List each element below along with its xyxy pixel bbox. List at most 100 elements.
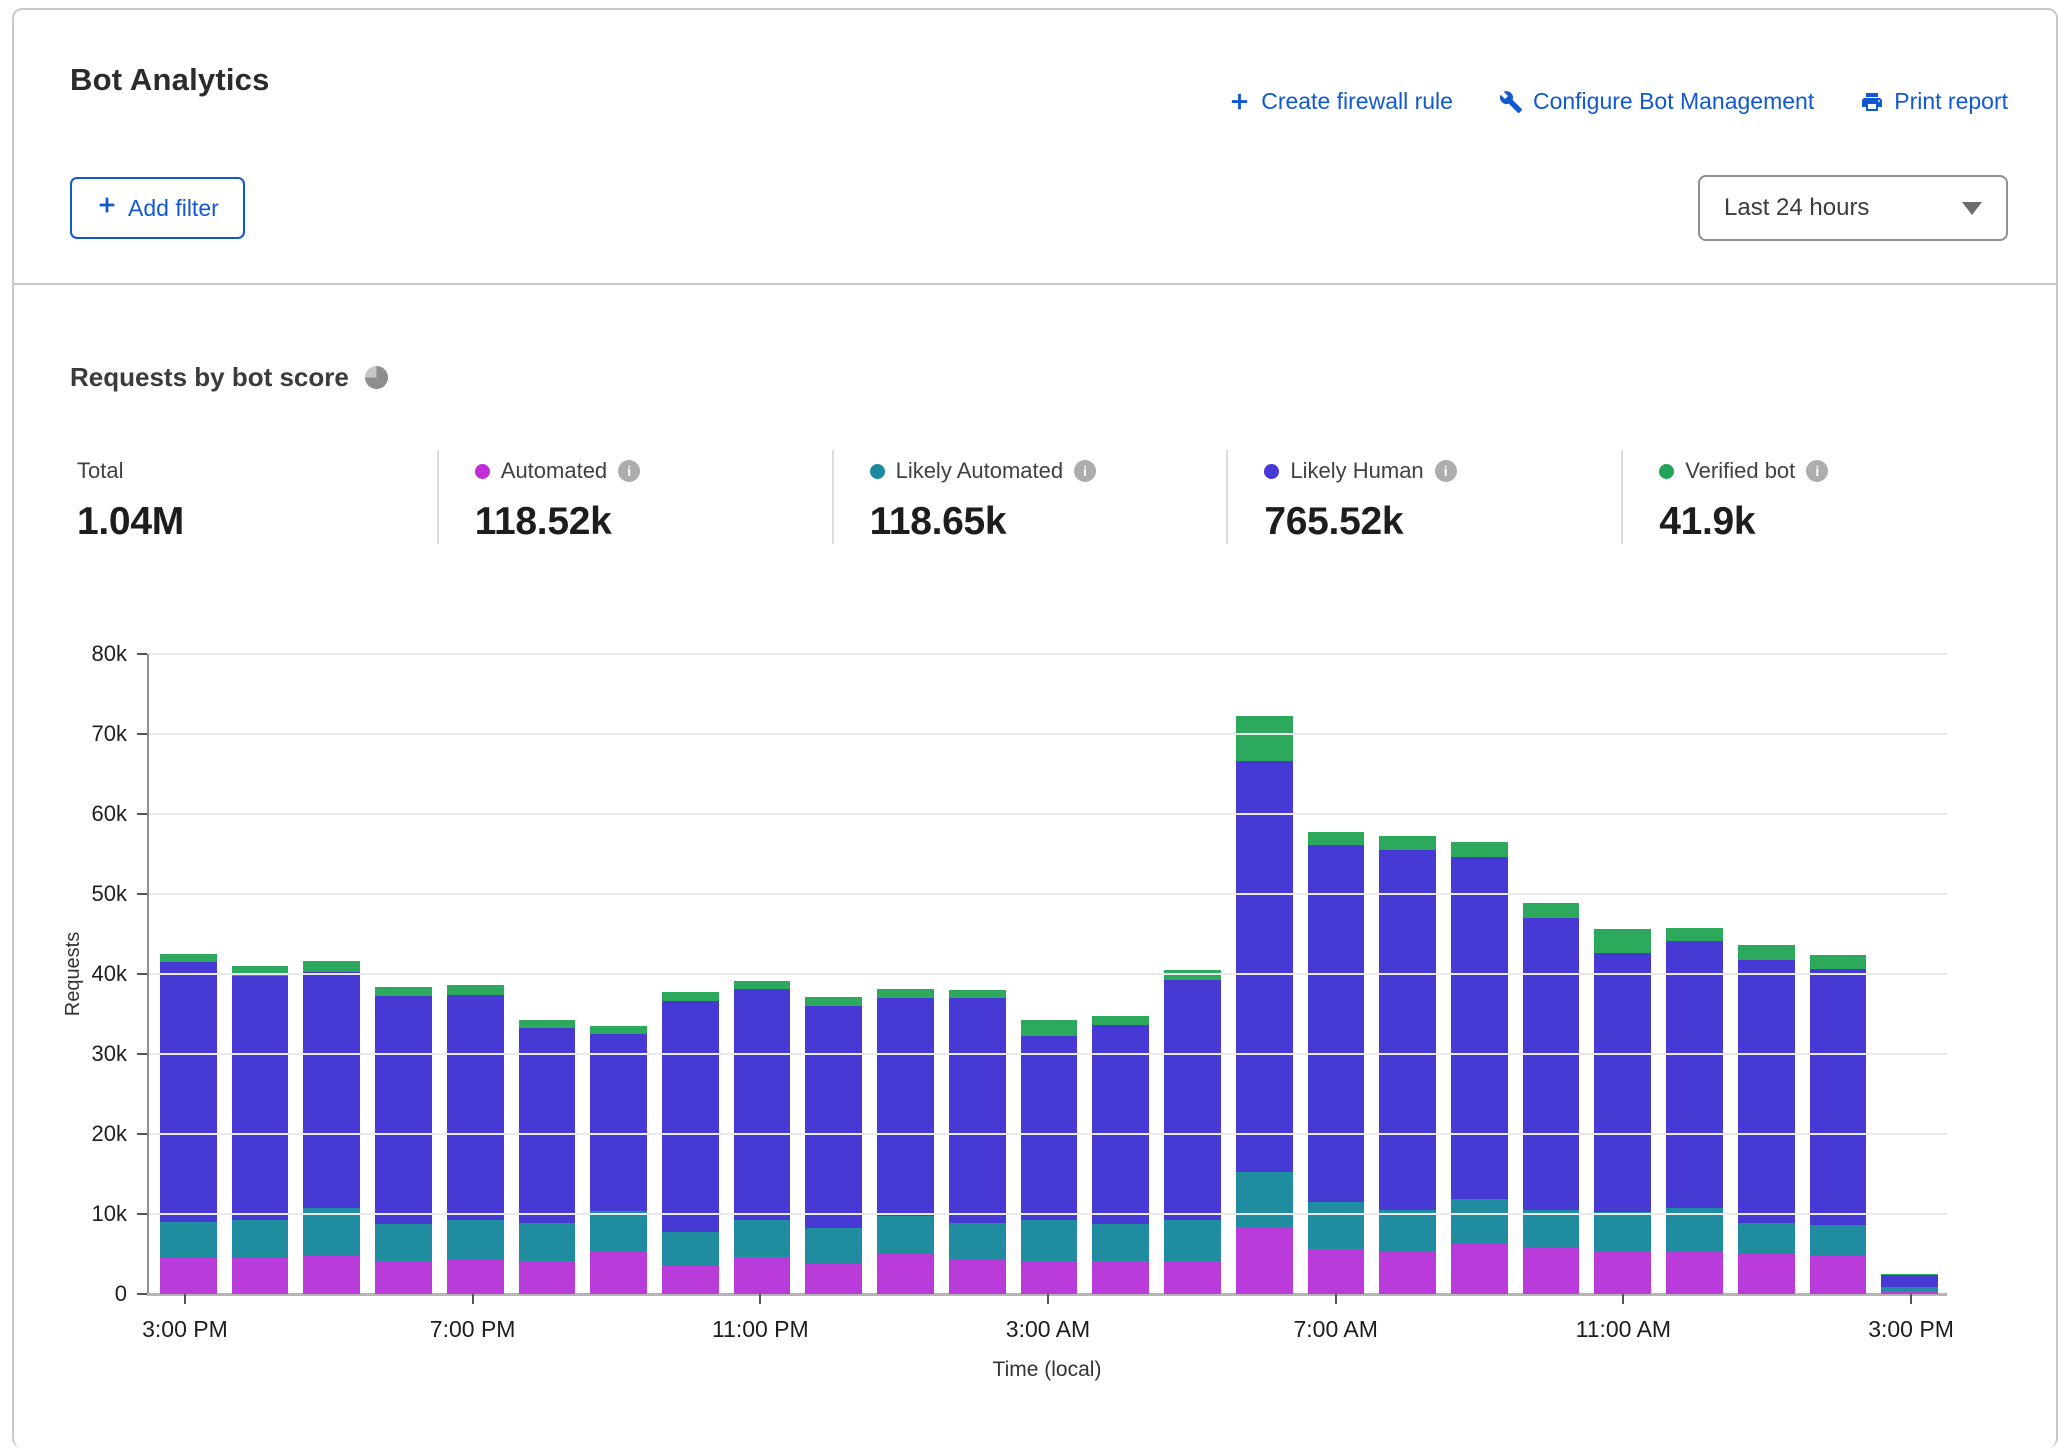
plot-area: 010k20k30k40k50k60k70k80k3:00 PM7:00 PM1… [147,654,1947,1294]
automated-legend-dot [475,464,490,479]
add-filter-button[interactable]: Add filter [70,177,245,239]
bar-segment-verified-bot [1236,716,1293,762]
bar-segment-automated [1236,1227,1293,1294]
bar-segment-likely-automated [232,1220,289,1258]
time-range-select[interactable]: Last 24 hours [1698,175,2008,241]
gridline [149,1053,1947,1055]
stat-value: 765.52k [1264,500,1621,544]
stat-label: Total [77,458,123,484]
x-tick-label: 7:00 PM [430,1316,516,1343]
pie-chart-icon [365,366,388,389]
bar-segment-likely-human [447,995,504,1220]
y-tick [137,1053,147,1055]
bar-segment-likely-human [662,1001,719,1231]
x-tick [759,1294,761,1304]
bar-segment-likely-human [877,998,934,1216]
bar-segment-automated [1594,1251,1651,1294]
chevron-down-icon [1962,202,1982,215]
bar-segment-likely-human [949,998,1006,1223]
bar-segment-verified-bot [1594,929,1651,953]
bar-segment-automated [1666,1252,1723,1294]
plus-icon [1228,90,1251,113]
likely-automated-legend-dot [870,464,885,479]
y-tick-label: 10k [37,1201,127,1227]
bar-segment-likely-automated [1594,1212,1651,1250]
bar-segment-verified-bot [1308,832,1365,846]
bar-segment-likely-automated [734,1220,791,1258]
y-tick-label: 50k [37,881,127,907]
header: Bot Analytics Create firewall rule Confi… [70,62,2008,115]
stat-verified-bot: Verified bot i 41.9k [1621,450,2016,544]
bar-segment-verified-bot [375,987,432,997]
info-icon[interactable]: i [1074,460,1096,482]
stat-value: 118.52k [475,500,832,544]
bar-segment-automated [375,1261,432,1294]
bar-segment-automated [877,1254,934,1294]
bar-segment-verified-bot [662,992,719,1001]
stat-label: Automated [501,458,607,484]
bar-segment-automated [805,1263,862,1294]
bar-segment-automated [519,1261,576,1294]
bar-segment-verified-bot [1092,1016,1149,1026]
bar-segment-likely-automated [1236,1172,1293,1227]
bar-segment-verified-bot [1738,945,1795,959]
bar-segment-likely-automated [877,1216,934,1254]
x-tick [1622,1294,1624,1304]
bar-segment-automated [1092,1261,1149,1294]
y-tick-label: 40k [37,961,127,987]
bar-segment-likely-human [1810,969,1867,1225]
bar-segment-verified-bot [160,954,217,962]
bar-segment-verified-bot [519,1020,576,1028]
stat-label: Verified bot [1685,458,1795,484]
bar-segment-automated [734,1257,791,1294]
gridline [149,1213,1947,1215]
bar-segment-automated [1451,1244,1508,1294]
bar-segment-likely-automated [1164,1220,1221,1261]
bar-segment-likely-automated [447,1220,504,1259]
print-report-link[interactable]: Print report [1860,88,2008,115]
stat-likely-human: Likely Human i 765.52k [1226,450,1621,544]
bar-segment-likely-human [232,976,289,1220]
requests-chart: Requests 010k20k30k40k50k60k70k80k3:00 P… [147,654,1947,1294]
bar-segment-automated [1810,1256,1867,1294]
y-tick-label: 20k [37,1121,127,1147]
gridline [149,893,1947,895]
bar-segment-likely-human [1594,953,1651,1212]
x-tick-label: 3:00 PM [1868,1316,1954,1343]
y-tick-label: 80k [37,641,127,667]
stats-row: Total 1.04M Automated i 118.52k Likely A… [77,450,2016,544]
x-tick [1047,1294,1049,1304]
stat-value: 118.65k [870,500,1227,544]
bar-segment-likely-automated [1308,1202,1365,1249]
likely-human-legend-dot [1264,464,1279,479]
plus-icon [96,194,118,222]
bar-segment-likely-automated [662,1232,719,1266]
x-tick-label: 3:00 PM [142,1316,228,1343]
bar-segment-likely-automated [590,1211,647,1252]
y-tick-label: 30k [37,1041,127,1067]
gridline [149,653,1947,655]
x-tick [1910,1294,1912,1304]
header-actions: Create firewall rule Configure Bot Manag… [1228,88,2008,115]
bar-segment-likely-human [1666,941,1723,1207]
bar-segment-likely-human [1379,850,1436,1210]
stat-value: 1.04M [77,500,437,544]
bar-segment-verified-bot [1451,842,1508,857]
bar-segment-automated [1379,1252,1436,1294]
bar-segment-verified-bot [447,985,504,995]
configure-bot-management-link[interactable]: Configure Bot Management [1499,88,1814,115]
stat-automated: Automated i 118.52k [437,450,832,544]
wrench-icon [1499,90,1523,114]
info-icon[interactable]: i [1435,460,1457,482]
x-tick-label: 11:00 PM [712,1316,809,1343]
x-axis-title: Time (local) [993,1358,1102,1382]
bar-segment-likely-automated [1451,1199,1508,1245]
create-firewall-rule-link[interactable]: Create firewall rule [1228,88,1453,115]
bar-segment-likely-human [1164,980,1221,1220]
bar-segment-automated [1021,1261,1078,1294]
gridline [149,973,1947,975]
bar-segment-verified-bot [303,961,360,972]
info-icon[interactable]: i [1806,460,1828,482]
info-icon[interactable]: i [618,460,640,482]
y-tick [137,813,147,815]
